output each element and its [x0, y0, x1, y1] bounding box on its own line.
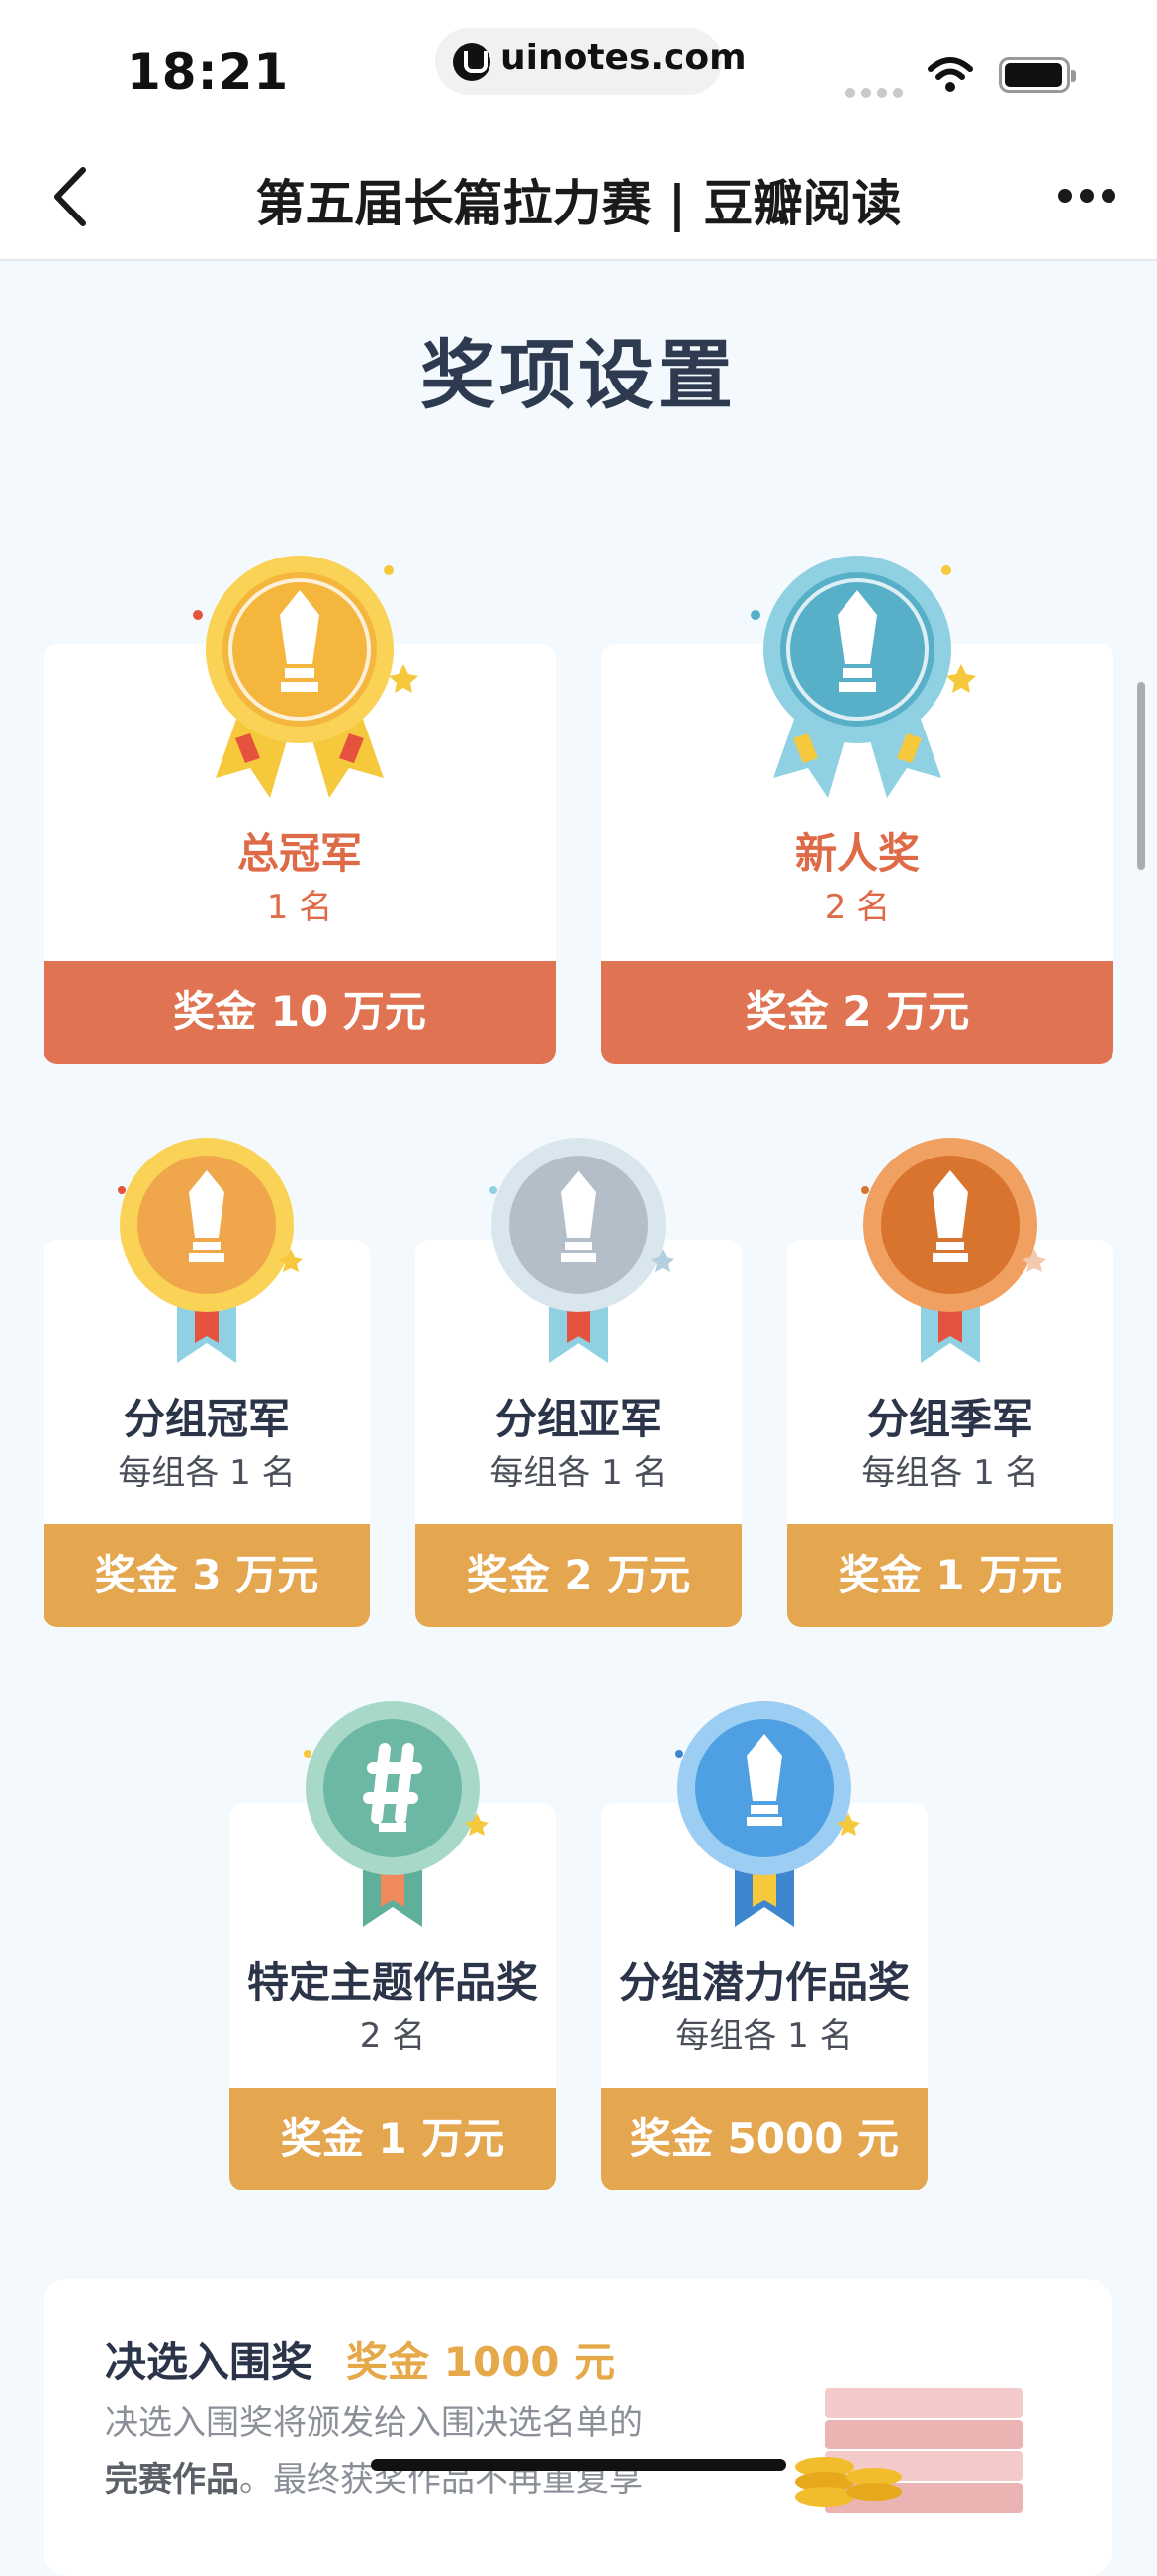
back-icon[interactable]: [44, 162, 103, 231]
finalist-title: 决选入围奖: [105, 2338, 313, 2386]
finalist-card: 决选入围奖 奖金 1000 元 决选入围奖将颁发给入围决选名单的 完赛作品。最终…: [44, 2279, 1112, 2576]
page-title: 第五届长篇拉力赛 | 豆瓣阅读: [255, 175, 902, 232]
award-name: 新人奖: [794, 829, 920, 878]
bronze-medal-icon: [861, 1138, 1046, 1363]
url-pill[interactable]: uinotes.com: [435, 28, 747, 95]
award-prize: 奖金 1 万元: [229, 2088, 556, 2190]
award-count: 每组各 1 名: [675, 2017, 853, 2056]
hashtag-medal-icon: [304, 1701, 489, 1927]
signal-icon: [846, 83, 909, 102]
scrollbar[interactable]: [1137, 682, 1145, 870]
award-card-theme: 特定主题作品奖 2 名 奖金 1 万元: [229, 1701, 556, 2190]
award-name: 分组潜力作品奖: [618, 1958, 910, 2007]
silver-medal-icon: [490, 1138, 674, 1363]
award-card-group-runner-up: 分组亚军 每组各 1 名 奖金 2 万元: [415, 1138, 742, 1627]
status-time: 18:21: [127, 43, 290, 101]
award-name: 特定主题作品奖: [246, 1958, 538, 2007]
teal-medal-icon: [751, 556, 976, 798]
award-prize: 奖金 2 万元: [601, 961, 1113, 1064]
money-coins-illustration: [795, 2388, 1023, 2513]
finalist-amount: 奖金 1000 元: [346, 2338, 616, 2386]
award-count: 2 名: [824, 888, 891, 927]
finalist-desc-bold: 完赛作品: [105, 2460, 239, 2500]
wifi-icon: [928, 57, 973, 92]
award-count: 2 名: [359, 2017, 426, 2056]
award-name: 分组亚军: [494, 1395, 662, 1443]
finalist-desc-line1: 决选入围奖将颁发给入围决选名单的: [105, 2403, 643, 2443]
award-card-champion: 总冠军 1 名 奖金 10 万元: [44, 556, 556, 1064]
award-prize: 奖金 3 万元: [44, 1524, 370, 1627]
blue-medal-icon: [675, 1701, 860, 1927]
section-title: 奖项设置: [420, 331, 737, 419]
url-text: uinotes.com: [500, 38, 747, 78]
battery-icon: [999, 57, 1076, 93]
award-card-newcomer: 新人奖 2 名 奖金 2 万元: [601, 556, 1113, 1064]
more-icon[interactable]: [1058, 188, 1127, 208]
award-card-group-third: 分组季军 每组各 1 名 奖金 1 万元: [787, 1138, 1113, 1627]
award-count: 每组各 1 名: [861, 1453, 1039, 1493]
nav-bar: 第五届长篇拉力赛 | 豆瓣阅读: [0, 138, 1157, 261]
award-name: 分组冠军: [123, 1395, 290, 1443]
finalist-description: 决选入围奖将颁发给入围决选名单的 完赛作品。最终获奖作品不再重复享: [105, 2394, 757, 2509]
home-indicator[interactable]: [371, 2459, 786, 2471]
award-count: 1 名: [266, 888, 333, 927]
award-prize: 奖金 5000 元: [601, 2088, 928, 2190]
award-count: 每组各 1 名: [118, 1453, 296, 1493]
award-prize: 奖金 2 万元: [415, 1524, 742, 1627]
gold-medal-icon: [193, 556, 418, 798]
award-card-potential: 分组潜力作品奖 每组各 1 名 奖金 5000 元: [601, 1701, 928, 2190]
status-bar: 18:21 uinotes.com: [0, 0, 1157, 138]
award-name: 分组季军: [866, 1395, 1033, 1443]
site-icon: [453, 43, 490, 81]
gold-medal-icon: [118, 1138, 303, 1363]
award-count: 每组各 1 名: [490, 1453, 668, 1493]
award-card-group-champion: 分组冠军 每组各 1 名 奖金 3 万元: [44, 1138, 370, 1627]
award-prize: 奖金 1 万元: [787, 1524, 1113, 1627]
award-name: 总冠军: [236, 829, 362, 878]
award-prize: 奖金 10 万元: [44, 961, 556, 1064]
